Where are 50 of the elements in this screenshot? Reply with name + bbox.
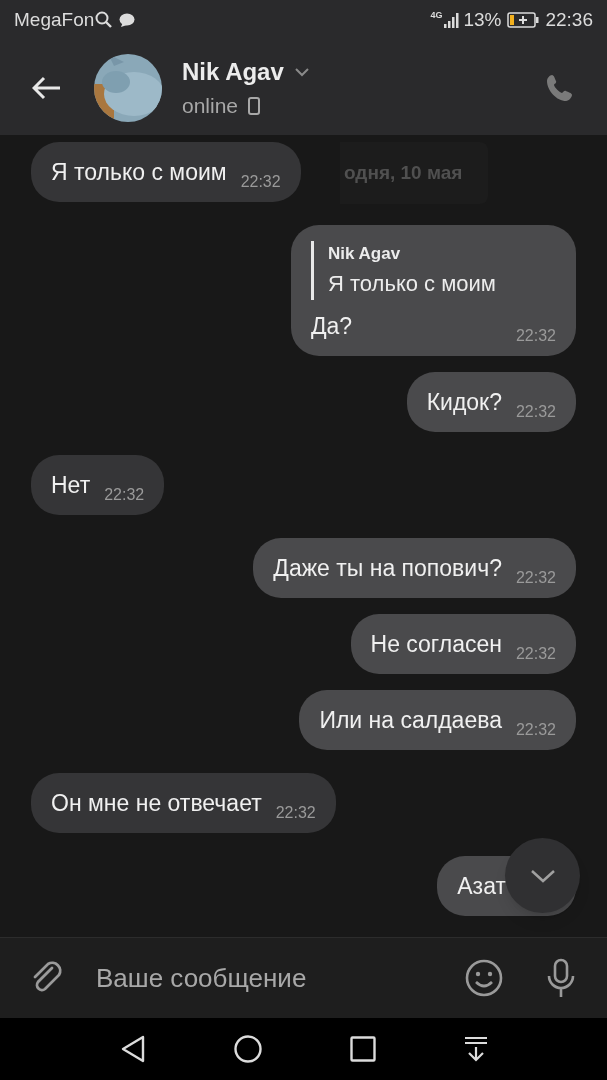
back-arrow-icon[interactable] [32, 75, 62, 100]
message-text: Да? [311, 311, 353, 341]
message-bubble[interactable]: Nik Agav Я только с моим Да? 22:32 [291, 225, 576, 356]
message-text: Кидок? [426, 387, 502, 417]
message-bubble[interactable]: Даже ты на попович? 22:32 [253, 537, 576, 598]
microphone-icon[interactable] [545, 958, 577, 998]
signal-icon [443, 11, 460, 29]
chat-bubble-icon [119, 12, 136, 28]
message-input-field[interactable]: Ваше сообщение [96, 958, 465, 998]
message-bubble[interactable]: Я только с моим 22:32 [31, 142, 301, 202]
clock-time: 22:36 [545, 7, 593, 32]
battery-percent: 13% [463, 7, 502, 32]
carrier-name: MegaFon [14, 7, 95, 32]
message-time: 22:32 [104, 484, 145, 505]
message-text: Не согласен [370, 629, 502, 659]
message-bubble[interactable]: Он мне не отвечает 22:32 [31, 772, 336, 833]
message-text: Он мне не отвечает [51, 788, 262, 818]
contact-name[interactable]: Nik Agav [182, 53, 284, 90]
composer-bar[interactable]: Ваше сообщение [0, 937, 607, 1018]
message-text: Азат [457, 871, 506, 901]
message-text: Нет [51, 470, 91, 500]
message-time: 22:32 [515, 719, 556, 740]
phone-device-icon [248, 96, 261, 115]
network-type: 4G [430, 11, 443, 20]
message-time: 22:32 [515, 643, 556, 664]
message-bubble[interactable]: Или на салдаева 22:32 [299, 689, 576, 750]
phone-call-icon[interactable] [545, 72, 575, 103]
message-text: Даже ты на попович? [273, 553, 502, 583]
quoted-author: Nik Agav [328, 243, 402, 265]
chevron-down-icon [293, 66, 310, 77]
message-bubble[interactable]: Кидок? 22:32 [406, 371, 576, 432]
chevron-down-icon [529, 868, 556, 883]
home-circle-icon[interactable] [233, 1035, 262, 1063]
message-time: 22:32 [275, 802, 316, 823]
message-time: 22:32 [515, 325, 556, 346]
message-bubble[interactable]: Нет 22:32 [31, 454, 165, 515]
notification-pull-icon[interactable] [463, 1036, 488, 1062]
quoted-text: Я только с моим [328, 269, 497, 298]
message-time: 22:32 [515, 567, 556, 588]
search-icon [95, 11, 114, 29]
message-text: Или на салдаева [319, 705, 502, 735]
message-bubble[interactable]: Не согласен 22:32 [350, 613, 576, 674]
message-text: Я только с моим [51, 158, 227, 187]
square-icon[interactable] [349, 1036, 376, 1062]
back-triangle-icon[interactable] [119, 1035, 146, 1063]
message-time: 22:32 [240, 172, 281, 192]
battery-icon [507, 12, 540, 28]
message-time: 22:32 [515, 401, 556, 422]
smiley-icon[interactable] [465, 959, 503, 997]
presence-status: online [182, 92, 239, 119]
